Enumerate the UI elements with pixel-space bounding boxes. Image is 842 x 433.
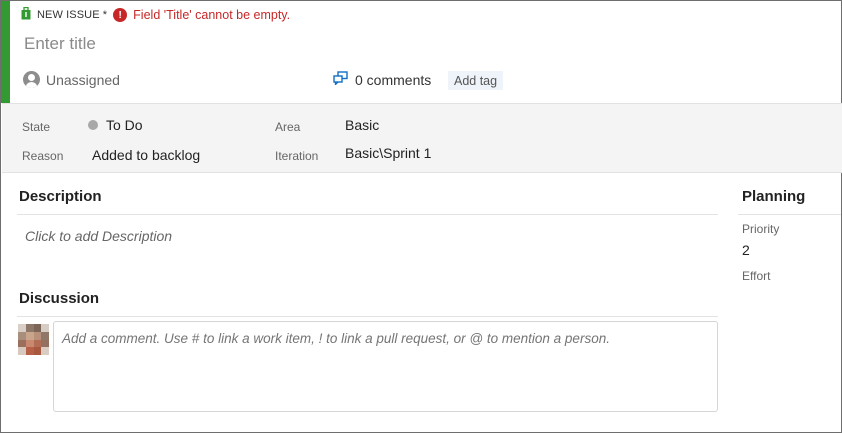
comments-count: 0 comments [355, 71, 432, 88]
description-editor[interactable]: Click to add Description [25, 228, 172, 244]
user-placeholder-icon [23, 71, 40, 88]
description-title: Description [19, 188, 102, 205]
reason-label: Reason [22, 149, 64, 163]
assignee-label: Unassigned [46, 71, 120, 88]
issue-icon [21, 6, 31, 23]
work-item-form: NEW ISSUE * ! Field 'Title' cannot be em… [0, 0, 842, 433]
comments-icon [333, 71, 355, 88]
priority-label: Priority [742, 222, 780, 236]
state-dropdown[interactable]: To Do [88, 117, 143, 133]
area-label: Area [275, 120, 301, 134]
iteration-label: Iteration [275, 149, 319, 163]
add-tag-label: Add tag [454, 73, 498, 88]
reason-dropdown[interactable]: Added to backlog [92, 147, 200, 163]
work-item-type-label: NEW ISSUE * [37, 9, 108, 21]
work-item-header: NEW ISSUE * ! Field 'Title' cannot be em… [1, 1, 841, 103]
area-value: Basic [345, 117, 380, 133]
area-dropdown[interactable]: Basic [345, 117, 379, 133]
comments-link[interactable]: 0 comments [333, 71, 431, 88]
planning-title: Planning [742, 188, 806, 205]
effort-input[interactable] [742, 287, 832, 305]
title-error-message: Field 'Title' cannot be empty. [133, 8, 291, 22]
description-divider [17, 214, 718, 215]
comment-input[interactable]: Add a comment. Use # to link a work item… [53, 321, 718, 412]
current-user-avatar [18, 324, 49, 355]
details-fields: State To Do Reason Added to backlog Area… [2, 103, 842, 173]
assignee-picker[interactable]: Unassigned [23, 71, 120, 88]
discussion-divider [17, 316, 718, 317]
work-item-type-row: NEW ISSUE * ! Field 'Title' cannot be em… [21, 6, 291, 23]
title-input[interactable] [24, 31, 724, 57]
effort-label: Effort [742, 269, 771, 283]
state-label: State [22, 120, 51, 134]
priority-value[interactable]: 2 [742, 242, 750, 258]
work-item-type-color-bar [1, 1, 10, 103]
state-value: To Do [106, 117, 143, 133]
iteration-dropdown[interactable]: Basic\Sprint 1 [345, 145, 431, 161]
iteration-value: Basic\Sprint 1 [345, 145, 432, 161]
planning-divider [738, 214, 841, 215]
error-icon: ! [113, 8, 128, 22]
comment-placeholder: Add a comment. Use # to link a work item… [62, 331, 610, 346]
state-dot-icon [88, 120, 98, 130]
add-tag-button[interactable]: Add tag [448, 71, 504, 90]
discussion-title: Discussion [19, 290, 100, 307]
reason-value: Added to backlog [92, 147, 201, 163]
